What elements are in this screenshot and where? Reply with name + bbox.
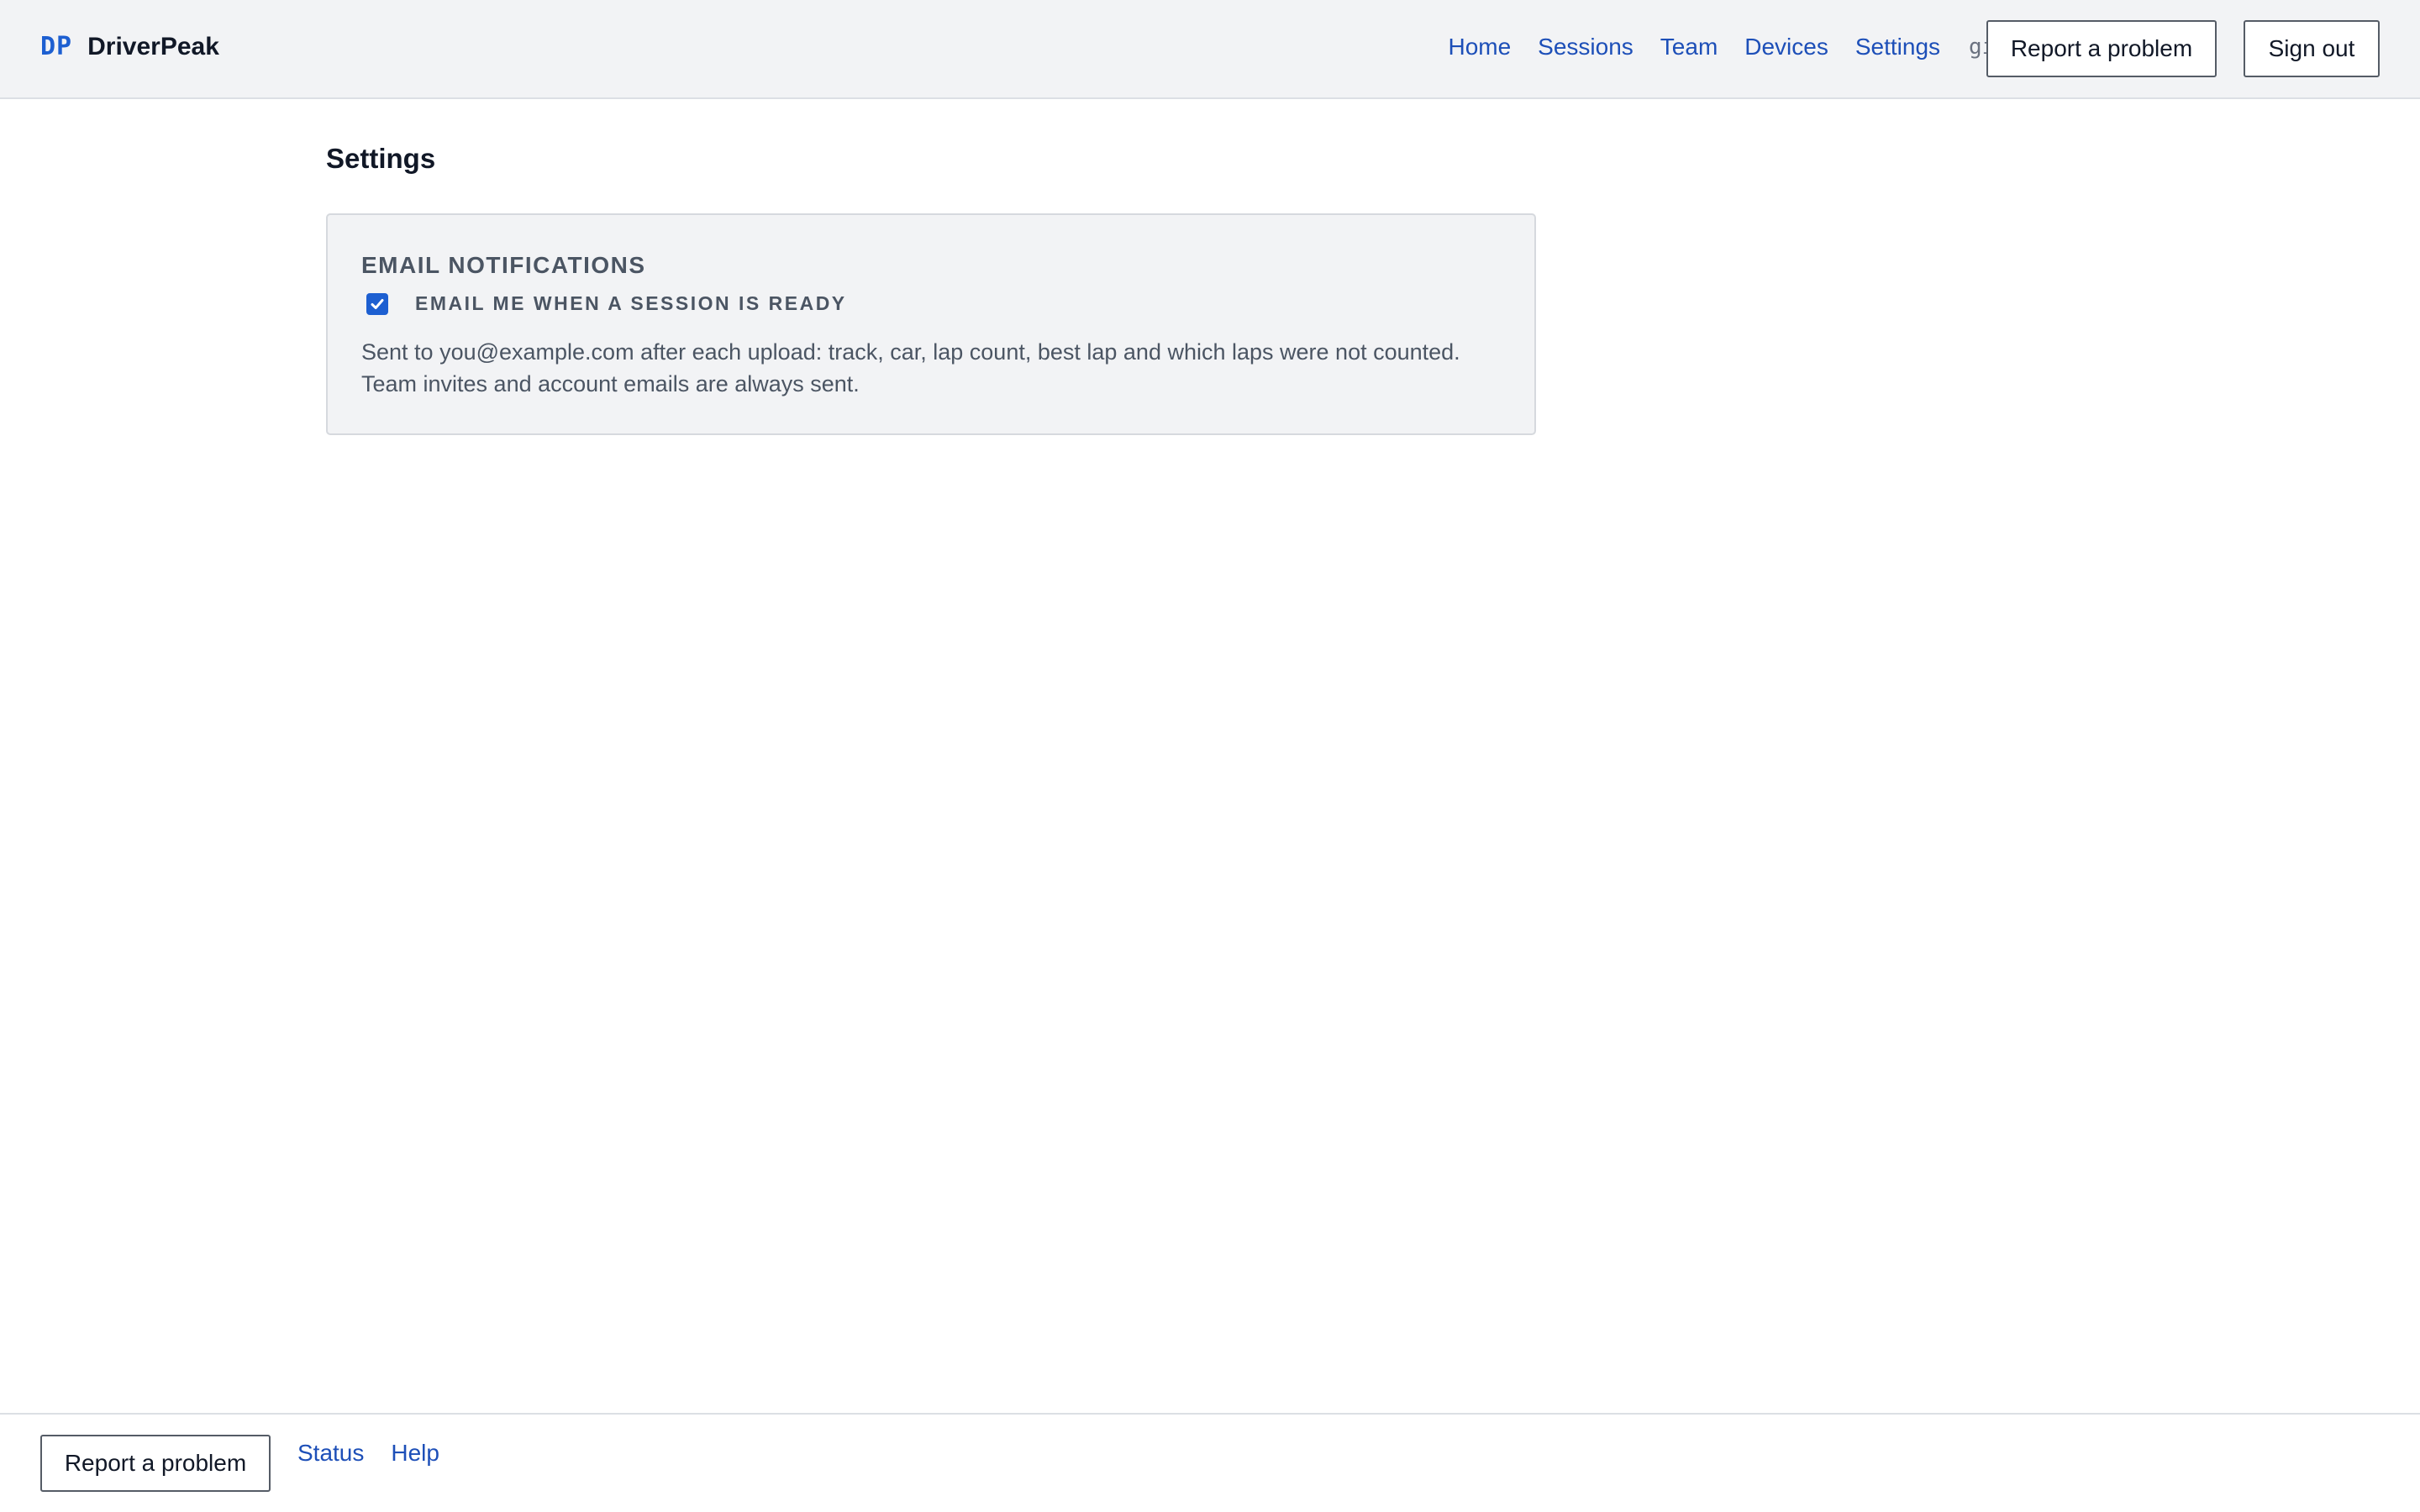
footer: Report a problem Status Help [0,1413,2420,1512]
email-notifications-description: Sent to you@example.com after each uploa… [361,339,1460,396]
session-ready-label: EMAIL ME WHEN A SESSION IS READY [415,292,847,314]
top-navigation-bar: DP DriverPeak Home Sessions Team Devices… [0,0,2420,99]
session-ready-option[interactable]: EMAIL ME WHEN A SESSION IS READY [366,292,847,315]
session-ready-checkbox[interactable] [366,292,388,315]
brand[interactable]: DP DriverPeak [40,32,219,61]
footer-link-status[interactable]: Status [297,1440,364,1467]
footer-report-problem-button[interactable]: Report a problem [40,1435,271,1492]
brand-logo-mark: DP [40,32,73,61]
page-title: Settings [326,143,436,174]
footer-links: Status Help [297,1440,466,1467]
email-notifications-heading: EMAIL NOTIFICATIONS [361,252,646,278]
nav-link-team[interactable]: Team [1660,34,1718,60]
checkmark-icon [371,298,384,309]
sign-out-button[interactable]: Sign out [2244,20,2380,77]
footer-link-help[interactable]: Help [391,1440,439,1467]
nav-link-devices[interactable]: Devices [1744,34,1828,60]
email-notifications-card: EMAIL NOTIFICATIONS EMAIL ME WHEN A SESS… [326,213,1536,435]
nav-link-settings[interactable]: Settings [1855,34,1940,60]
report-problem-button[interactable]: Report a problem [1986,20,2217,77]
brand-name: DriverPeak [87,32,219,60]
nav-link-home[interactable]: Home [1448,34,1511,60]
main-nav: Home Sessions Team Devices Settings gil [1421,34,2008,60]
nav-link-sessions[interactable]: Sessions [1538,34,1634,60]
